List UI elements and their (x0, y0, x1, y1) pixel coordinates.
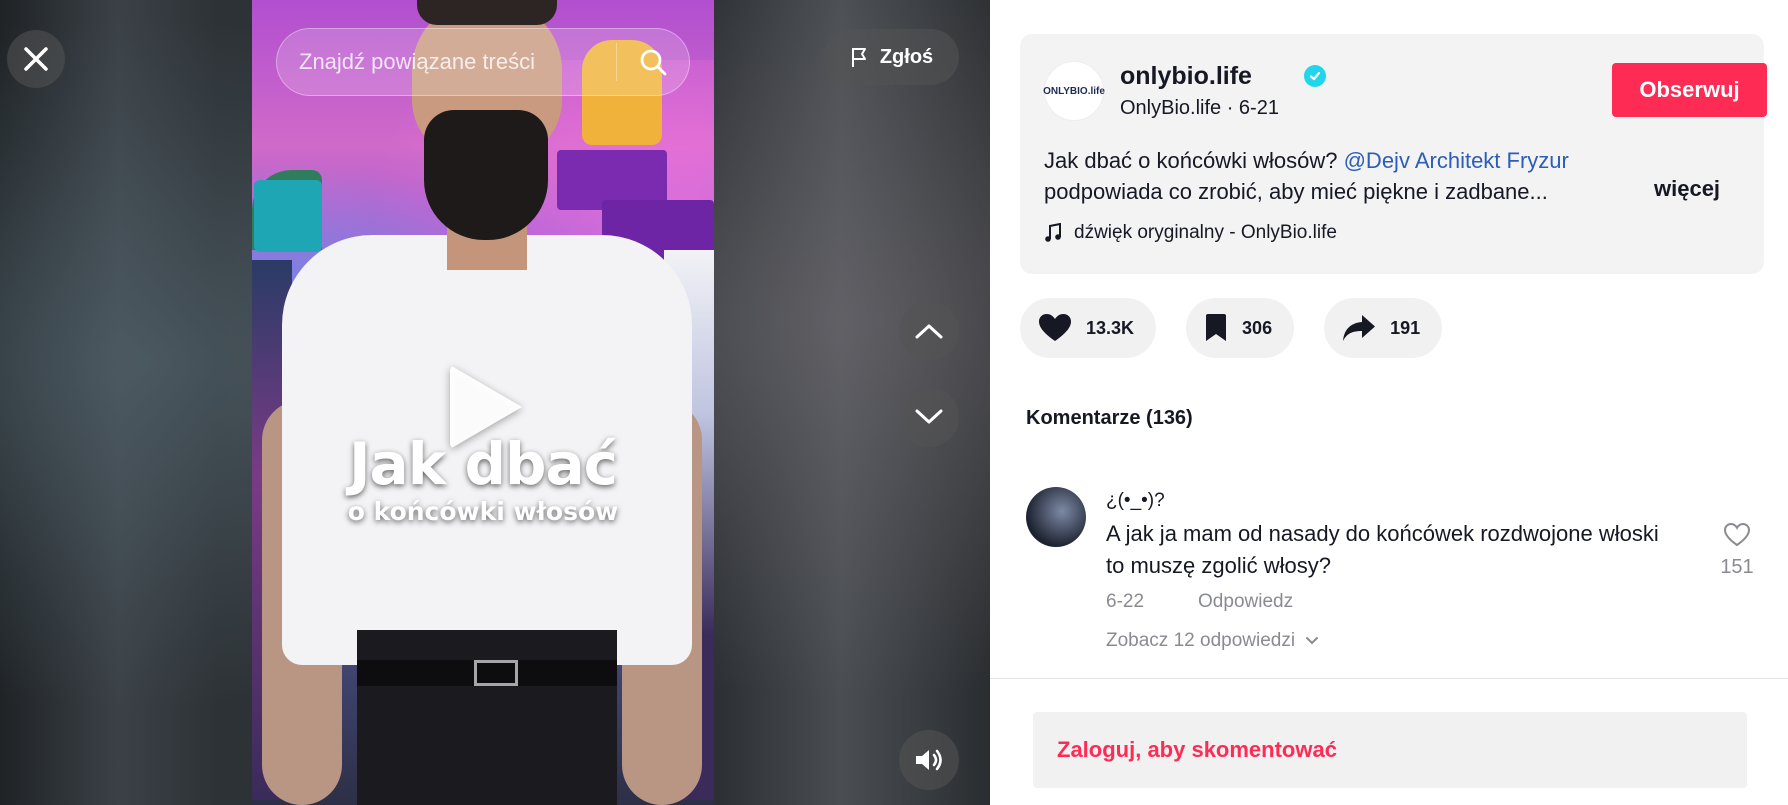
share-count: 191 (1390, 317, 1421, 338)
comment-date: 6-22 (1106, 591, 1145, 612)
report-label: Zgłoś (879, 45, 934, 68)
like-count: 13.3K (1086, 317, 1135, 338)
report-button[interactable]: Zgłoś (824, 29, 959, 85)
speaker-icon (916, 749, 942, 771)
author-nickname-date: OnlyBio.life · 6-21 (1120, 97, 1279, 119)
previous-video-button[interactable] (899, 301, 959, 361)
video-stage: Jak dbać o końcówki włosów Znajdź powiąz… (0, 0, 990, 805)
close-button[interactable] (7, 30, 65, 88)
reply-button[interactable]: Odpowiedz (1198, 591, 1293, 613)
comment-text: A jak ja mam od nasady do końcówek rozdw… (1106, 521, 1659, 578)
heart-icon (1039, 314, 1071, 341)
details-panel: ONLYBIO.life onlybio.life OnlyBio.life ·… (990, 0, 1788, 805)
like-button[interactable]: 13.3K (1020, 298, 1157, 358)
author-card: ONLYBIO.life onlybio.life OnlyBio.life ·… (1020, 34, 1767, 274)
share-button[interactable]: 191 (1324, 298, 1443, 358)
belt-buckle (474, 660, 518, 686)
sound-link[interactable]: dźwięk oryginalny - OnlyBio.life (1044, 222, 1337, 244)
flag-icon (851, 48, 866, 67)
search-button[interactable] (617, 47, 689, 77)
comment-like-button[interactable]: 151 (1712, 522, 1762, 579)
bookmark-icon (1206, 314, 1227, 341)
chevron-up-icon (915, 324, 943, 339)
chevron-down-icon (1306, 637, 1319, 645)
app-root: Jak dbać o końcówki włosów Znajdź powiąz… (0, 0, 1788, 805)
share-arrow-icon (1343, 315, 1376, 341)
see-replies-button[interactable]: Zobacz 12 odpowiedzi (1106, 630, 1319, 652)
follow-button[interactable]: Obserwuj (1612, 63, 1767, 117)
search-icon (640, 49, 667, 76)
save-button[interactable]: 306 (1186, 298, 1295, 358)
sound-label: dźwięk oryginalny - OnlyBio.life (1074, 222, 1337, 243)
search-bar[interactable]: Znajdź powiązane treści (276, 28, 690, 96)
comments-title: Komentarze (136) (1026, 407, 1193, 429)
see-replies-label: Zobacz 12 odpowiedzi (1106, 630, 1296, 651)
save-count: 306 (1242, 317, 1273, 338)
volume-button[interactable] (899, 730, 959, 790)
description-text-line2: podpowiada co zrobić, aby mieć piękne i … (1044, 179, 1548, 204)
video-description: Jak dbać o końcówki włosów? @Dejv Archit… (1044, 145, 1744, 207)
close-icon (24, 47, 48, 71)
author-username[interactable]: onlybio.life (1120, 62, 1252, 91)
comment-like-count: 151 (1720, 556, 1754, 578)
comment-meta: 6-22 Odpowiedz (1106, 591, 1293, 613)
music-note-icon (1045, 223, 1061, 242)
mention-link[interactable]: @Dejv Architekt Fryzur (1344, 148, 1569, 173)
play-icon[interactable] (450, 365, 522, 449)
login-to-comment-button[interactable]: Zaloguj, aby skomentować (1033, 712, 1747, 788)
pot-decoration (254, 180, 322, 252)
divider (990, 678, 1788, 679)
description-text: Jak dbać o końcówki włosów? (1044, 148, 1344, 173)
author-avatar[interactable]: ONLYBIO.life (1043, 61, 1105, 121)
chevron-down-icon (915, 409, 943, 424)
verified-badge-icon (1304, 65, 1326, 87)
next-video-button[interactable] (899, 387, 959, 447)
search-input[interactable]: Znajdź powiązane treści (277, 29, 616, 95)
person-hair (417, 0, 557, 25)
person-beard (424, 110, 548, 240)
action-bar: 13.3K 306 191 (1020, 298, 1443, 358)
comment-username[interactable]: ¿(•_•)? (1106, 490, 1165, 512)
more-button[interactable]: więcej (1654, 176, 1720, 202)
person-pants (357, 630, 617, 805)
comment-avatar[interactable] (1026, 487, 1086, 547)
video-title-line2: o końcówki włosów (347, 497, 619, 526)
heart-outline-icon (1723, 522, 1751, 547)
avatar-logo-text: ONLYBIO.life (1043, 85, 1105, 97)
